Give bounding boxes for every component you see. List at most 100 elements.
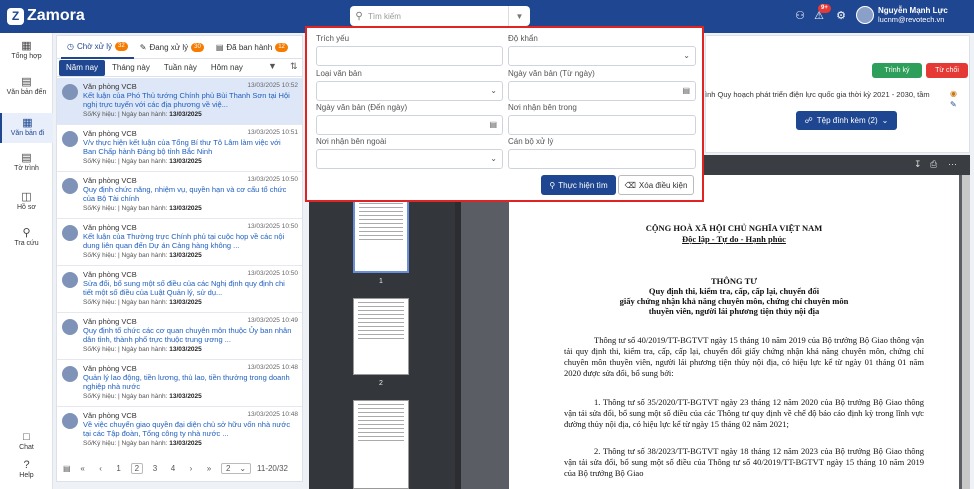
reject-button[interactable]: Từ chối [926,63,968,78]
subtab-hom-nay[interactable]: Hôm nay [204,60,250,76]
sidebar-item-tong-hop[interactable]: ▦ Tổng hợp [0,39,53,67]
page-2[interactable]: 2 [130,462,144,474]
sidebar-item-label: Help [19,472,34,479]
sidebar-item-label: Văn bản đến [6,89,47,96]
first-page-button[interactable]: « [77,464,89,473]
tab-dang-xu-ly[interactable]: ✎ Đang xử lý 30 [134,36,210,59]
sidebar-item-tra-cuu[interactable]: ⚲ Tra cứu [0,226,53,254]
chevron-down-icon: ⌄ [881,116,889,125]
item-title[interactable]: Quy định tổ chức các cơ quan chuyên môn … [83,326,295,344]
print-icon[interactable]: ⎙ [930,159,937,170]
sort-icon[interactable]: ⇅ [290,61,298,72]
list-item[interactable]: Văn phòng VCB 13/03/2025 10:51 V/v thực hi… [57,125,302,172]
prev-page-button[interactable]: ‹ [95,464,107,473]
more-icon[interactable]: ⋯ [948,159,957,170]
people-icon[interactable]: ⚇ [793,9,807,23]
trash-icon: ⌫ [624,180,636,190]
download-icon[interactable]: ↧ [914,159,922,170]
noi-nhan-ngoai-select[interactable]: ⌄ [316,149,503,169]
item-title[interactable]: V/v thực hiện kết luận của Tổng Bí thư T… [83,138,295,156]
sidebar-item-chat[interactable]: □ Chat [0,431,53,455]
chevron-down-icon: ⌄ [683,51,690,60]
list-item[interactable]: Văn phòng VCB 13/03/2025 10:50 Kết luận củ… [57,219,302,266]
last-page-button[interactable]: » [203,464,215,473]
status-tabs: ◷ Chờ xử lý 32 ✎ Đang xử lý 30 ▤ Đã ban hành 1… [57,36,302,59]
next-page-button[interactable]: › [185,464,197,473]
list-item[interactable]: Văn phòng VCB 13/03/2025 10:48 Quản lý lao… [57,360,302,407]
search-icon: ⚲ [22,227,31,239]
count-badge: 32 [115,41,128,51]
loai-van-ban-select[interactable]: ⌄ [316,81,503,101]
search-input[interactable]: Tìm kiếm [368,12,508,21]
eye-icon[interactable]: ◉ [950,89,957,98]
tab-cho-xu-ly[interactable]: ◷ Chờ xử lý 32 [61,36,134,59]
avatar [856,6,874,24]
period-tabs: Năm nay Tháng này Tuần này Hôm nay ▼ ⇅ [57,59,302,77]
item-meta: Số/Ký hiệu: | Ngày ban hành: 13/03/2025 [83,205,202,212]
sidebar-item-to-trinh[interactable]: ▤ Tờ trình [0,151,53,179]
page-1[interactable]: 1 [113,464,125,473]
thumbnail-scrollbar[interactable] [455,175,461,489]
list-item[interactable]: Văn phòng VCB 13/03/2025 10:48 Về việc chu… [57,407,302,453]
item-title[interactable]: Sửa đổi, bổ sung một số điều của các Ngh… [83,279,295,297]
can-bo-field[interactable] [508,149,696,169]
user-menu[interactable]: Nguyễn Mạnh Lực lucnm@revotech.vn [856,6,948,24]
sidebar-item-label: Tổng hợp [11,53,42,60]
do-khan-select[interactable]: ⌄ [508,46,696,66]
item-org: Văn phòng VCB [83,129,137,138]
tab-label: Đã ban hành [226,42,273,52]
subtab-thang-nay[interactable]: Tháng này [105,60,157,76]
export-icon[interactable]: ▤ [63,464,71,473]
list-item[interactable]: Văn phòng VCB 13/03/2025 10:52 Kết luận củ… [57,78,302,125]
thumbnail-label: 2 [379,380,383,387]
item-title[interactable]: Kết luận của Phó Thủ tướng Chính phủ Bùi… [83,91,295,109]
item-title[interactable]: Quản lý lao động, tiền lương, thù lao, t… [83,373,295,391]
paragraph-1: Thông tư số 40/2019/TT-BGTVT ngày 15 thá… [564,335,924,378]
calendar-icon: ▤ [489,120,497,129]
item-title[interactable]: Về việc chuyển giao quyền đại diện chủ s… [83,420,295,438]
filter-icon[interactable]: ▼ [508,6,530,26]
ngay-den-label: Ngày văn bản (Đến ngày) [316,103,408,112]
sidebar-item-help[interactable]: ? Help [0,459,53,483]
attachments-button[interactable]: ☍ Tệp đính kèm (2) ⌄ [796,111,897,130]
page-thumbnail-2[interactable] [353,298,409,375]
document-page: CỘNG HOÀ XÃ HỘI CHỦ NGHĨA VIỆT NAM Độc l… [509,175,959,489]
item-title[interactable]: Kết luận của Thường trực Chính phủ tại c… [83,232,295,250]
list-item[interactable]: Văn phòng VCB 13/03/2025 10:50 Quy định ch… [57,172,302,219]
logo[interactable]: Z Zamora [7,7,85,25]
page-3[interactable]: 3 [149,464,161,473]
clear-button[interactable]: ⌫ Xóa điều kiện [618,175,694,195]
approve-button[interactable]: Trình ký [872,63,922,78]
trich-yeu-label: Trích yếu [316,34,350,43]
clock-icon: ◷ [67,41,74,51]
page-4[interactable]: 4 [167,464,179,473]
ngay-tu-field[interactable]: ▤ [508,81,696,101]
sidebar-item-ho-so[interactable]: ◫ Hồ sơ [0,190,53,218]
item-meta-label: Số/Ký hiệu: | Ngày ban hành: [83,299,170,306]
subtab-tuan-nay[interactable]: Tuần này [157,60,204,76]
page-thumbnail-1[interactable] [353,198,409,273]
edit-icon[interactable]: ✎ [950,100,957,109]
sidebar-item-van-ban-di[interactable]: ▦ Văn bản đi [0,113,53,143]
list-item[interactable]: Văn phòng VCB 13/03/2025 10:50 Sửa đổi, bổ… [57,266,302,313]
trich-yeu-field[interactable] [316,46,503,66]
subtab-nam-nay[interactable]: Năm nay [59,59,106,76]
ngay-den-field[interactable]: ▤ [316,115,503,135]
search-icon: ⚲ [549,180,556,190]
noi-nhan-trong-field[interactable] [508,115,696,135]
item-title[interactable]: Quy định chức năng, nhiệm vụ, quyền hạn … [83,185,295,203]
filter-icon[interactable]: ▼ [268,61,277,71]
page-thumbnail-3[interactable] [353,400,409,489]
page-size-select[interactable]: 2 ⌄ [221,462,252,474]
tab-da-ban-hanh[interactable]: ▤ Đã ban hành 12 [210,36,294,59]
sidebar-item-van-ban-den[interactable]: ▤ Văn bản đến [0,75,53,103]
viewer-scrollbar[interactable] [962,175,970,489]
item-meta-label: Số/Ký hiệu: | Ngày ban hành: [83,252,170,259]
noi-nhan-ngoai-label: Nơi nhận bên ngoài [316,137,387,146]
list-item[interactable]: Văn phòng VCB 13/03/2025 10:49 Quy định tổ… [57,313,302,360]
search-button[interactable]: ⚲ Thực hiện tìm [541,175,616,195]
paragraph-3: 2. Thông tư số 38/2023/TT-BGTVT ngày 18 … [564,446,924,478]
gear-icon[interactable]: ⚙ [834,9,848,23]
global-search[interactable]: ⚲ Tìm kiếm ▼ [350,6,530,26]
clear-button-label: Xóa điều kiện [638,180,688,190]
